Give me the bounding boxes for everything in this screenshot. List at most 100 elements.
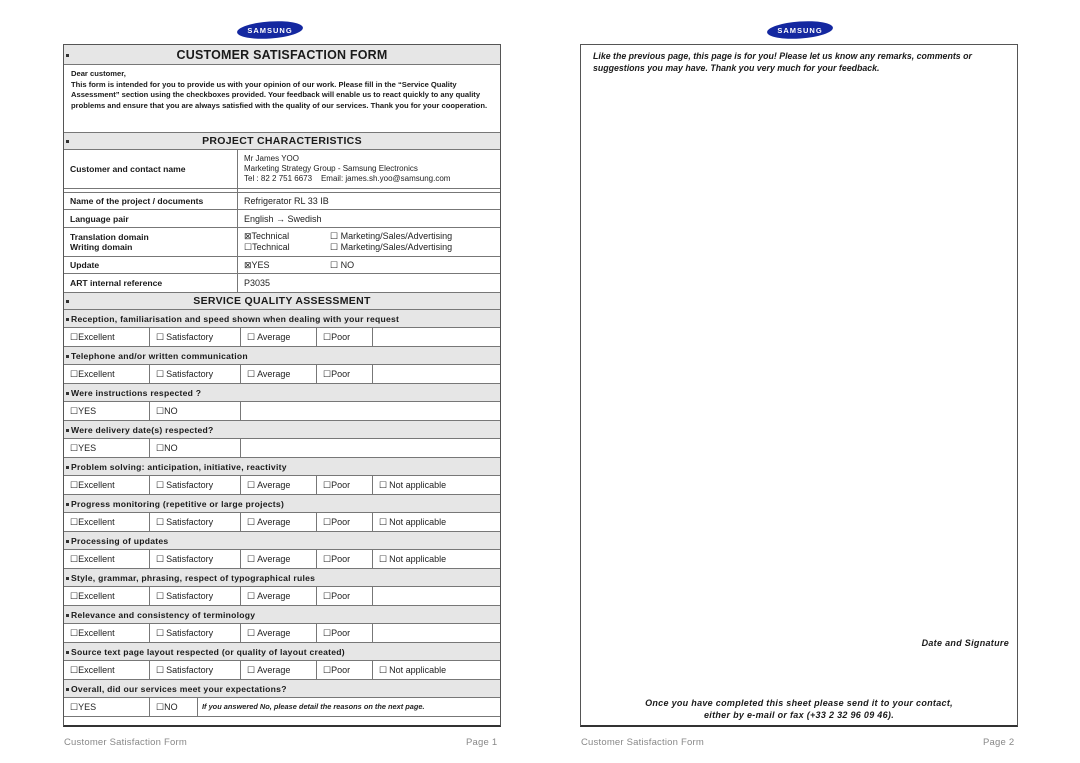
checkbox-icon[interactable]: ☐ — [70, 406, 78, 416]
option-average-checkbox[interactable]: ☐ Average — [241, 624, 317, 642]
option-poor-checkbox[interactable]: ☐Poor — [317, 476, 373, 494]
checkbox-icon[interactable]: ☐ — [70, 591, 78, 601]
checkbox-icon[interactable]: ☐ — [70, 369, 78, 379]
option-satisfactory-checkbox[interactable]: ☐ Satisfactory — [150, 365, 241, 383]
checkbox-icon[interactable]: ☐ — [156, 369, 164, 379]
option-average-checkbox[interactable]: ☐ Average — [241, 661, 317, 679]
checkbox-icon[interactable]: ☐ — [156, 443, 164, 453]
checkbox-icon[interactable]: ☐ — [70, 554, 78, 564]
checkbox-icon[interactable]: ☐ — [323, 628, 331, 638]
option-satisfactory-checkbox[interactable]: ☐ Satisfactory — [150, 513, 241, 531]
option-yes-checkbox[interactable]: ☐YES — [64, 439, 150, 457]
checkbox-icon[interactable]: ☐ — [70, 665, 78, 675]
option-poor-checkbox[interactable]: ☐Poor — [317, 328, 373, 346]
update-no-checkbox[interactable]: ☐ NO — [330, 260, 354, 271]
checkbox-icon[interactable]: ☐ — [247, 591, 255, 601]
option-average-checkbox[interactable]: ☐ Average — [241, 550, 317, 568]
option-label: Satisfactory — [166, 628, 214, 638]
option-excellent-checkbox[interactable]: ☐Excellent — [64, 365, 150, 383]
option-poor-checkbox[interactable]: ☐Poor — [317, 513, 373, 531]
checkbox-icon[interactable]: ☐ — [247, 332, 255, 342]
option-no-checkbox[interactable]: ☐NO — [150, 402, 241, 420]
checkbox-icon[interactable]: ☐ — [70, 480, 78, 490]
checkbox-icon[interactable]: ☐ — [379, 665, 387, 675]
checkbox-icon[interactable]: ☐ — [156, 554, 164, 564]
option-poor-checkbox[interactable]: ☐Poor — [317, 587, 373, 605]
option-not-applicable-checkbox[interactable]: ☐ Not applicable — [373, 476, 500, 494]
checkbox-icon[interactable]: ☐ — [70, 443, 78, 453]
update-yes-checkbox[interactable]: ⊠YES — [244, 260, 330, 271]
option-no-checkbox[interactable]: ☐NO — [150, 439, 241, 457]
checkbox-icon[interactable]: ☐ — [156, 665, 164, 675]
checkbox-icon[interactable]: ☐ — [379, 517, 387, 527]
option-label: Satisfactory — [166, 554, 214, 564]
writing-marketing-checkbox[interactable]: ☐ Marketing/Sales/Advertising — [330, 242, 452, 253]
option-average-checkbox[interactable]: ☐ Average — [241, 476, 317, 494]
checkbox-icon[interactable]: ☐ — [70, 332, 78, 342]
checkbox-icon[interactable]: ☐ — [156, 332, 164, 342]
question-row: Telephone and/or written communication — [64, 347, 500, 365]
checkbox-icon[interactable]: ☐ — [156, 480, 164, 490]
checkbox-icon[interactable]: ☐ — [247, 369, 255, 379]
checkbox-icon[interactable]: ☐ — [156, 628, 164, 638]
footer-title: Customer Satisfaction Form — [64, 737, 187, 748]
checkbox-icon[interactable]: ☐ — [156, 591, 164, 601]
option-excellent-checkbox[interactable]: ☐Excellent — [64, 661, 150, 679]
checkbox-icon[interactable]: ☐ — [247, 554, 255, 564]
option-not-applicable-checkbox[interactable]: ☐ Not applicable — [373, 550, 500, 568]
option-poor-checkbox[interactable]: ☐Poor — [317, 550, 373, 568]
option-poor-checkbox[interactable]: ☐Poor — [317, 661, 373, 679]
empty-cell — [241, 439, 500, 457]
checkbox-icon[interactable]: ☐ — [247, 665, 255, 675]
checkbox-icon[interactable]: ☐ — [323, 665, 331, 675]
checkbox-icon[interactable]: ☐ — [323, 369, 331, 379]
option-satisfactory-checkbox[interactable]: ☐ Satisfactory — [150, 476, 241, 494]
option-excellent-checkbox[interactable]: ☐Excellent — [64, 550, 150, 568]
checkbox-icon[interactable]: ☐ — [323, 480, 331, 490]
checkbox-icon[interactable]: ☐ — [156, 406, 164, 416]
checkbox-icon[interactable]: ☐ — [323, 332, 331, 342]
checkbox-icon[interactable]: ☐ — [323, 591, 331, 601]
checkbox-icon[interactable]: ☐ — [247, 628, 255, 638]
option-average-checkbox[interactable]: ☐ Average — [241, 587, 317, 605]
option-satisfactory-checkbox[interactable]: ☐ Satisfactory — [150, 661, 241, 679]
option-average-checkbox[interactable]: ☐ Average — [241, 513, 317, 531]
option-excellent-checkbox[interactable]: ☐Excellent — [64, 624, 150, 642]
checkbox-icon[interactable]: ☐ — [323, 517, 331, 527]
checkbox-icon[interactable]: ☐ — [70, 517, 78, 527]
option-yes-checkbox[interactable]: ☐YES — [64, 402, 150, 420]
option-excellent-checkbox[interactable]: ☐Excellent — [64, 513, 150, 531]
question-text: Overall, did our services meet your expe… — [71, 684, 287, 694]
option-satisfactory-checkbox[interactable]: ☐ Satisfactory — [150, 624, 241, 642]
checkbox-icon[interactable]: ☐ — [379, 480, 387, 490]
option-not-applicable-checkbox[interactable]: ☐ Not applicable — [373, 513, 500, 531]
checkbox-icon[interactable]: ☐ — [247, 517, 255, 527]
checkbox-icon[interactable]: ☐ — [156, 517, 164, 527]
option-poor-checkbox[interactable]: ☐Poor — [317, 365, 373, 383]
translation-marketing-checkbox[interactable]: ☐ Marketing/Sales/Advertising — [330, 231, 452, 242]
checkbox-icon[interactable]: ☐ — [70, 702, 78, 712]
option-excellent-checkbox[interactable]: ☐Excellent — [64, 587, 150, 605]
translation-technical-checkbox[interactable]: ⊠Technical — [244, 231, 330, 242]
bullet-icon — [66, 54, 69, 57]
option-average-checkbox[interactable]: ☐ Average — [241, 328, 317, 346]
option-satisfactory-checkbox[interactable]: ☐ Satisfactory — [150, 587, 241, 605]
checkbox-icon[interactable]: ☐ — [70, 628, 78, 638]
checkbox-icon[interactable]: ☐ — [379, 554, 387, 564]
checkbox-icon[interactable]: ☐ — [247, 480, 255, 490]
option-satisfactory-checkbox[interactable]: ☐ Satisfactory — [150, 550, 241, 568]
option-excellent-checkbox[interactable]: ☐Excellent — [64, 476, 150, 494]
option-satisfactory-checkbox[interactable]: ☐ Satisfactory — [150, 328, 241, 346]
answer-row: ☐Excellent ☐ Satisfactory ☐ Average ☐Poor — [64, 587, 500, 606]
option-average-checkbox[interactable]: ☐ Average — [241, 365, 317, 383]
option-yes-checkbox[interactable]: ☐YES — [64, 698, 150, 716]
checkbox-icon[interactable]: ☐ — [323, 554, 331, 564]
option-poor-checkbox[interactable]: ☐Poor — [317, 624, 373, 642]
option-excellent-checkbox[interactable]: ☐Excellent — [64, 328, 150, 346]
question-text: Processing of updates — [71, 536, 169, 546]
bullet-icon — [66, 688, 69, 691]
checkbox-icon[interactable]: ☐ — [156, 702, 164, 712]
option-no-checkbox[interactable]: ☐NO — [150, 698, 198, 716]
option-not-applicable-checkbox[interactable]: ☐ Not applicable — [373, 661, 500, 679]
writing-technical-checkbox[interactable]: ☐Technical — [244, 242, 330, 253]
